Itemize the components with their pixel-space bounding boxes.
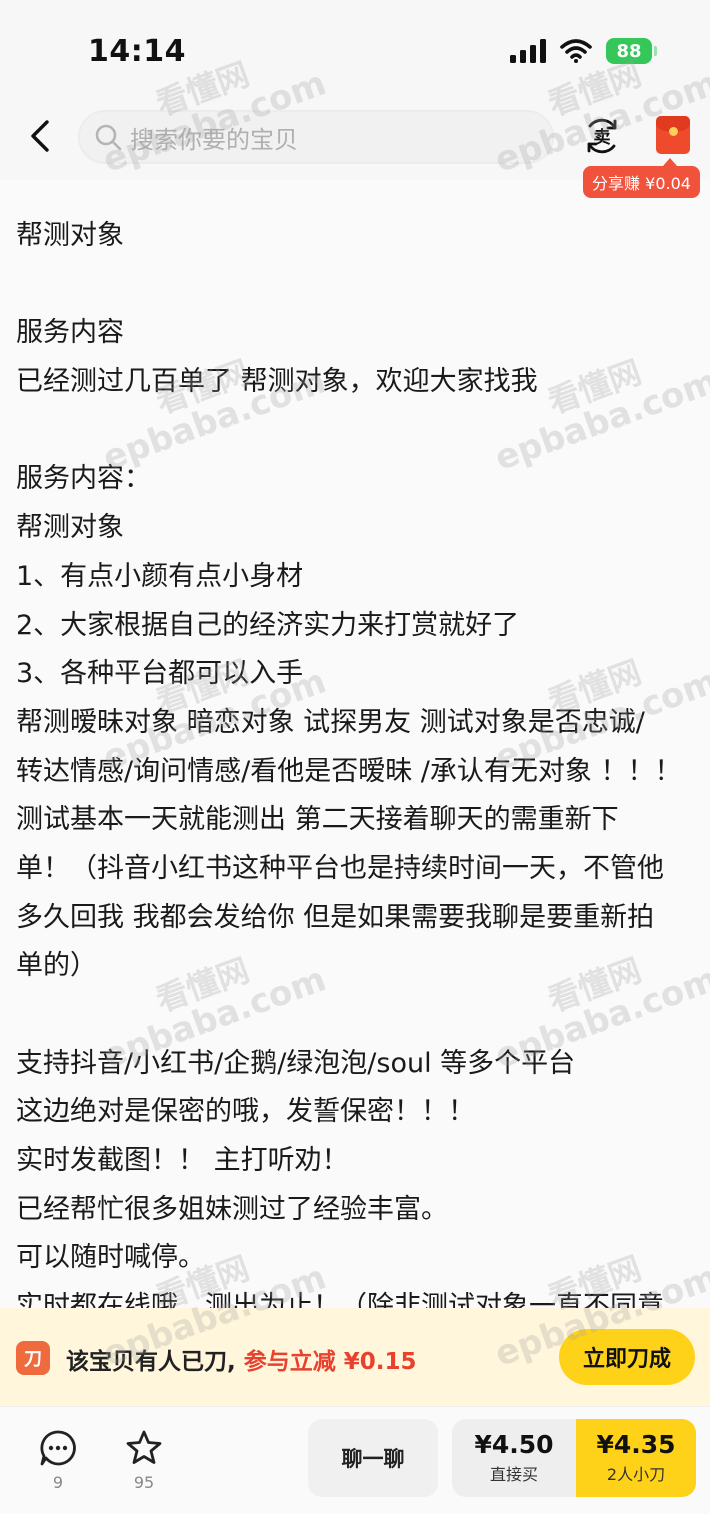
description-line: 已经测过几百单了 帮测对象，欢迎大家找我 (16, 366, 538, 398)
description-line (16, 407, 696, 456)
back-button[interactable] (20, 114, 60, 158)
chat-button[interactable]: 聊一聊 (308, 1419, 438, 1497)
star-icon (126, 1430, 162, 1464)
description-line: 3、各种平台都可以入手 (16, 658, 304, 690)
description-line: 实时发截图！！ 主打听劝！ (16, 1145, 349, 1177)
description-line: 测试基本一天就能测出 第二天接着聊天的需重新下 (16, 804, 619, 836)
favorite-button[interactable]: 95 (119, 1429, 169, 1492)
status-icons: 88 (510, 38, 657, 64)
description-line: 1、有点小颜有点小身材 (16, 560, 304, 592)
description-line: 单的） (16, 950, 97, 982)
status-time: 14:14 (88, 34, 186, 69)
buy-direct-button[interactable]: ¥4.50 直接买 (452, 1419, 576, 1497)
description-lines: 帮测对象 服务内容 已经测过几百单了 帮测对象，欢迎大家找我 服务内容： 帮测对象 1、有… (16, 180, 696, 1308)
status-bar: 14:14 88 (0, 0, 710, 100)
search-input[interactable]: 搜索你要的宝贝 (78, 110, 554, 164)
comment-count: 9 (52, 1473, 64, 1492)
sell-icon: 卖 (587, 118, 617, 154)
bargain-text: 该宝贝有人已刀, 参与立减 ¥0.15 (66, 1342, 417, 1376)
battery-indicator: 88 (606, 38, 657, 64)
description-line: 帮测对象 (16, 512, 124, 544)
direct-price: ¥4.50 (474, 1430, 554, 1460)
comment-icon (40, 1430, 76, 1466)
share-earn-badge[interactable]: 分享赚 ¥0.04 (583, 158, 700, 198)
search-icon (95, 124, 122, 151)
buy-options: ¥4.50 直接买 ¥4.35 2人小刀 (452, 1419, 696, 1497)
description-line: 这边绝对是保密的哦，发誓保密！！！ (16, 1096, 475, 1128)
bottom-action-bar: 9 95 聊一聊 ¥4.50 直接买 ¥4.35 2人小刀 (0, 1406, 710, 1514)
bargain-label: 2人小刀 (606, 1464, 666, 1484)
sell-label: 卖 (594, 127, 611, 148)
favorite-count: 95 (133, 1473, 155, 1492)
bargain-now-button[interactable]: 立即刀成 (559, 1329, 695, 1385)
item-description: 帮测对象 服务内容 已经测过几百单了 帮测对象，欢迎大家找我 服务内容： 帮测对象 1、有… (0, 180, 710, 1308)
description-line: 已经帮忙很多姐妹测过了经验丰富。 (16, 1193, 448, 1225)
chevron-left-icon (31, 120, 49, 152)
description-line: 单！（抖音小红书这种平台也是持续时间一天，不管他 (16, 852, 664, 884)
description-line: 可以随时喊停。 (16, 1242, 205, 1274)
battery-level: 88 (616, 40, 642, 62)
sell-button[interactable]: 卖 (582, 116, 622, 156)
buy-bargain-button[interactable]: ¥4.35 2人小刀 (576, 1419, 696, 1497)
description-line: 帮测对象 (16, 220, 124, 251)
description-line: 转达情感/询问情感/看他是否暧昧 /承认有无对象 ！！！ (16, 755, 682, 787)
bargain-knife-icon: 刀 (16, 1341, 50, 1375)
wifi-icon (560, 39, 592, 63)
red-packet-icon[interactable] (656, 116, 690, 154)
bargain-status: 该宝贝有人已刀, (66, 1349, 236, 1375)
direct-label: 直接买 (489, 1464, 538, 1484)
description-line: 支持抖音/小红书/企鹅/绿泡泡/soul 等多个平台 (16, 1047, 576, 1079)
description-line (16, 991, 696, 1040)
description-line: 多久回我 我都会发给你 但是如果需要我聊是要重新拍 (16, 901, 655, 933)
description-line: 服务内容 (16, 317, 124, 349)
bargain-discount: 参与立减 ¥0.15 (243, 1349, 417, 1375)
bargain-banner: 刀 该宝贝有人已刀, 参与立减 ¥0.15 立即刀成 (0, 1308, 710, 1406)
description-line (16, 261, 696, 310)
description-line: 2、大家根据自己的经济实力来打赏就好了 (16, 609, 520, 641)
description-line: 服务内容： (16, 463, 151, 495)
bargain-price: ¥4.35 (596, 1430, 676, 1460)
description-line: 帮测暧昧对象 暗恋对象 试探男友 测试对象是否忠诚/ (16, 706, 645, 738)
search-placeholder: 搜索你要的宝贝 (130, 125, 298, 154)
description-line: 实时都在线哦，测出为止！（除非测试对象一直不同意 (16, 1291, 664, 1308)
comment-button[interactable]: 9 (33, 1429, 83, 1492)
signal-icon (510, 39, 546, 63)
